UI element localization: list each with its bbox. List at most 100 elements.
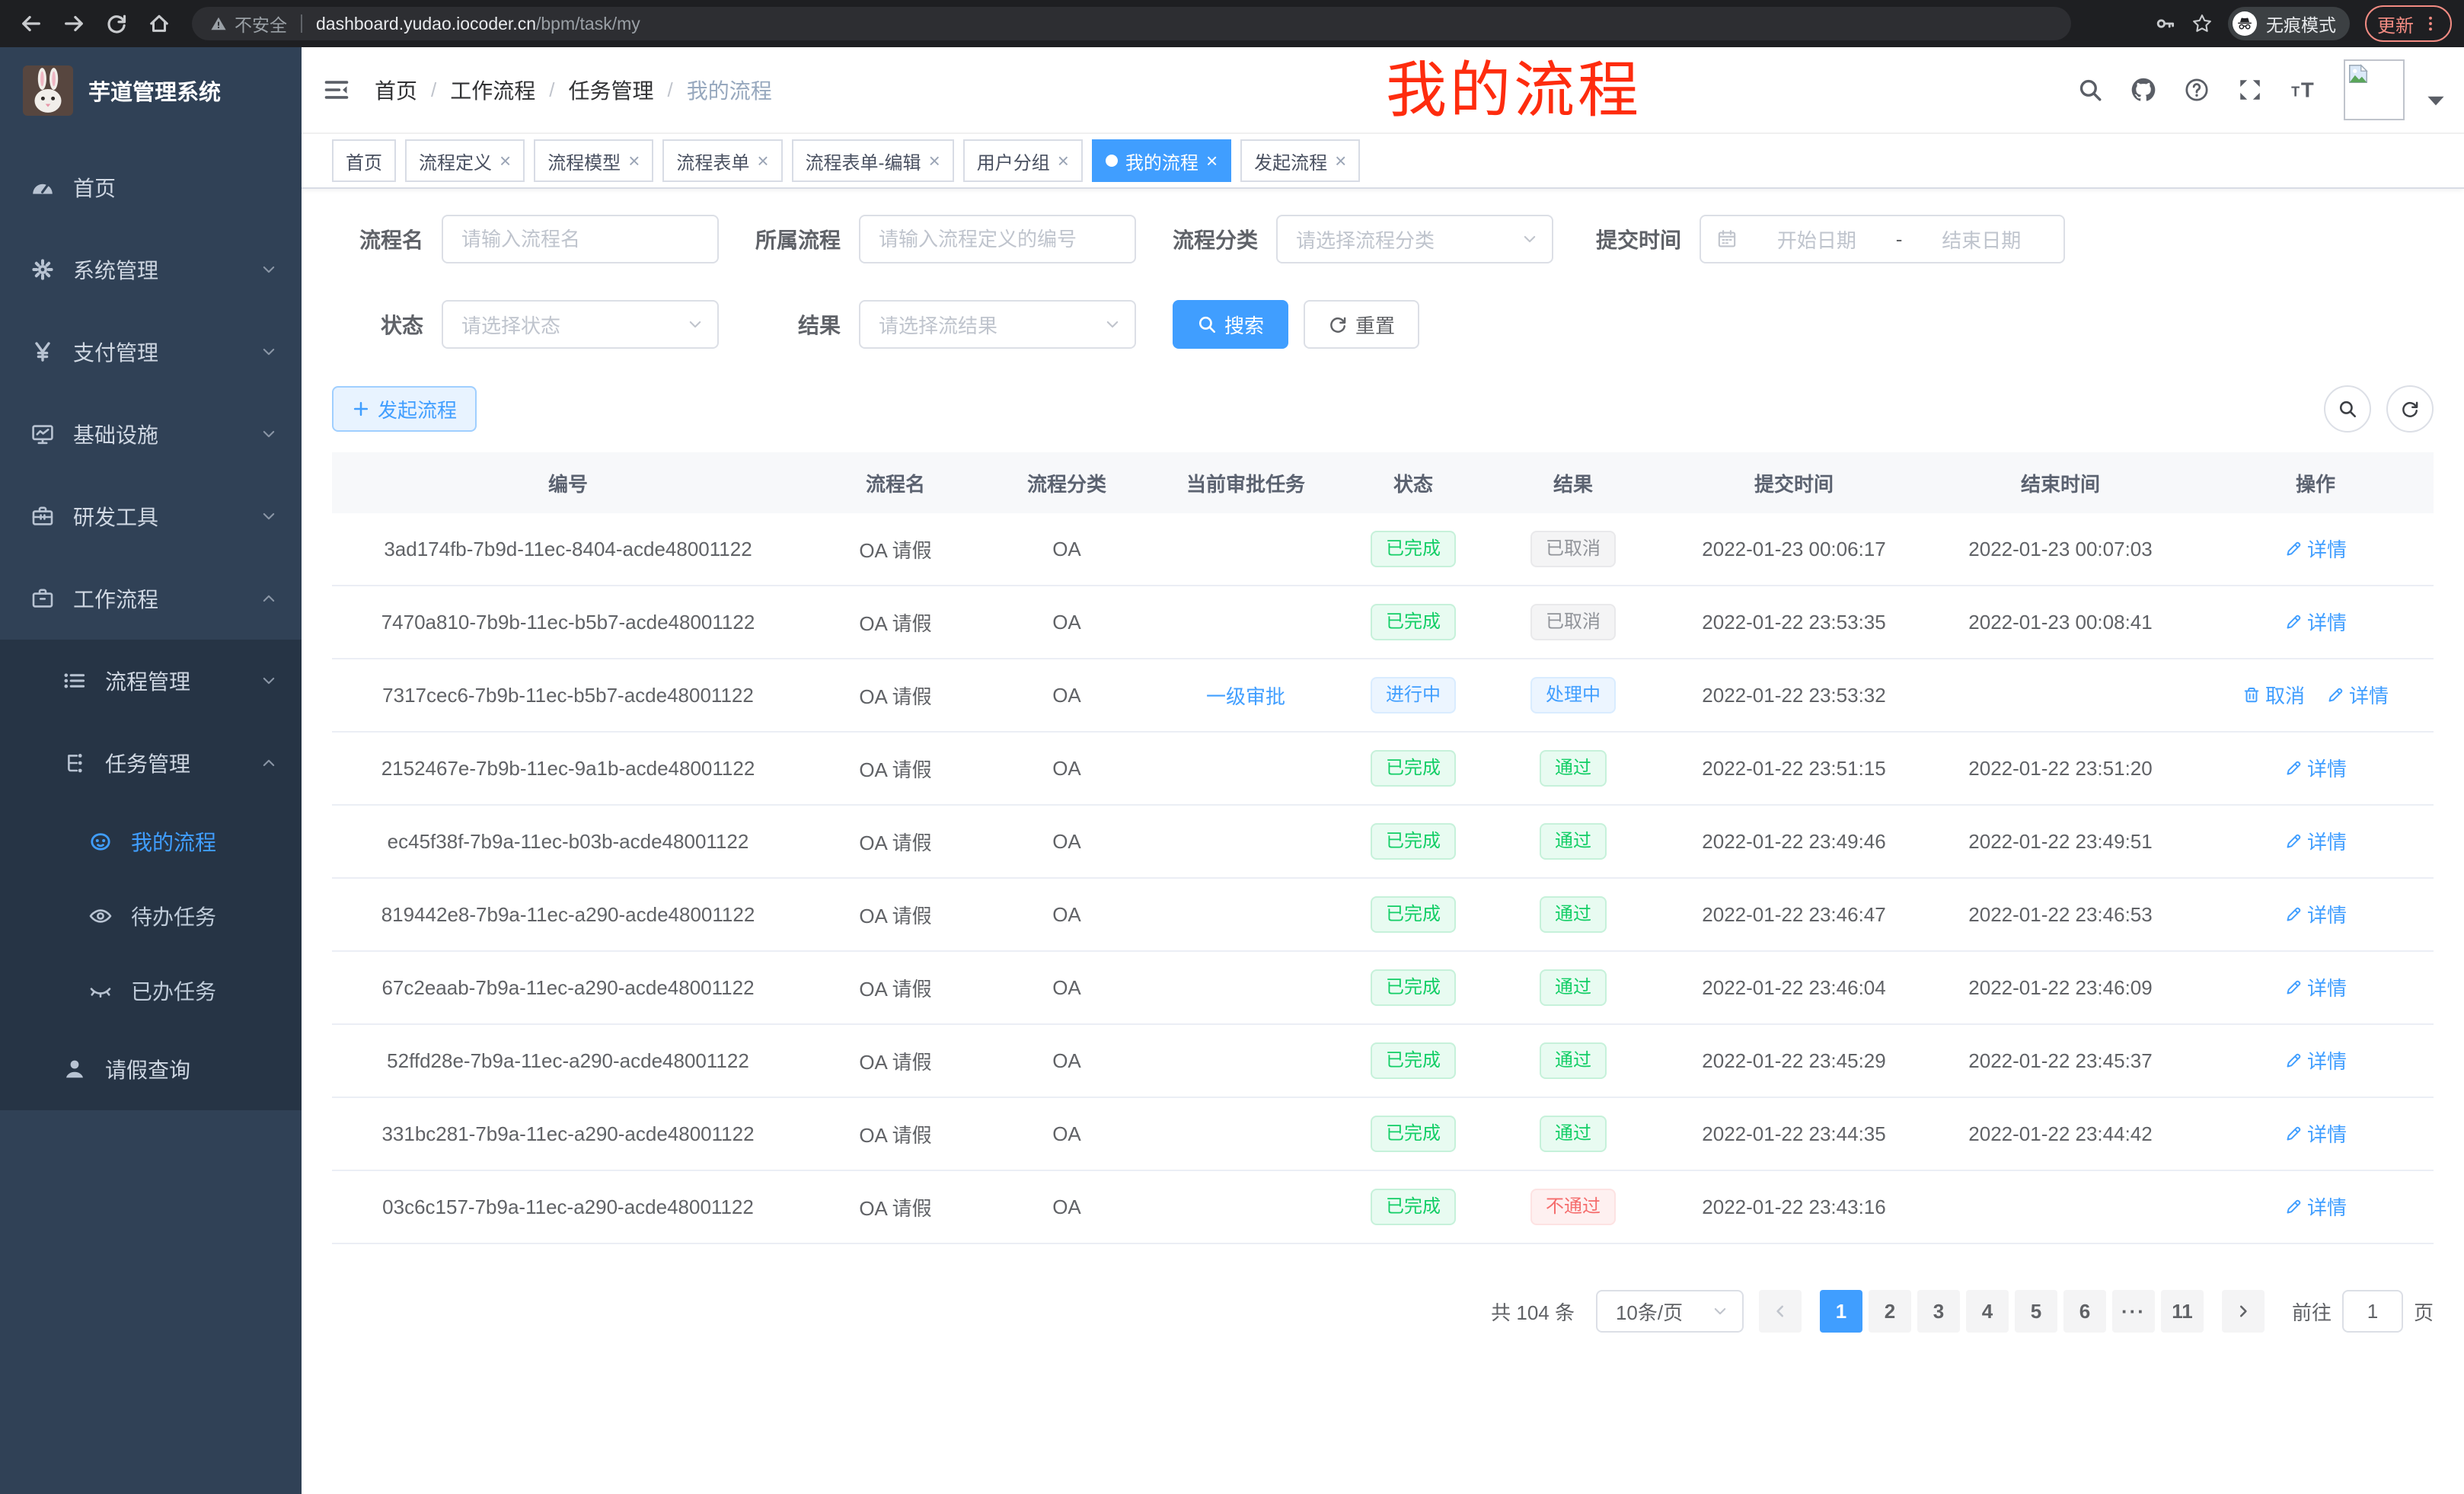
goto-page-input[interactable] (2342, 1290, 2403, 1333)
github-icon[interactable] (2130, 77, 2156, 103)
password-key-icon[interactable] (2155, 13, 2176, 34)
cell-status: 已完成 (1345, 531, 1482, 567)
help-icon[interactable] (2184, 77, 2210, 103)
sidebar-item-system[interactable]: 系统管理 (0, 228, 302, 311)
page-button-1[interactable]: 1 (1820, 1290, 1862, 1333)
browser-forward-icon[interactable] (62, 12, 85, 35)
page-size-select[interactable]: 10条/页 (1596, 1290, 1744, 1333)
search-button[interactable]: 搜索 (1173, 300, 1288, 349)
cell-actions: 详情 (2197, 973, 2434, 1002)
browser-reload-icon[interactable] (105, 12, 128, 35)
sidebar-item-my-process[interactable]: 我的流程 (0, 804, 302, 879)
sidebar-item-infra[interactable]: 基础设施 (0, 393, 302, 475)
hamburger-icon[interactable] (323, 76, 350, 104)
cell-end-time: 2022-01-22 23:51:20 (1923, 757, 2197, 781)
tab-4[interactable]: 流程表单-编辑 × (792, 139, 954, 182)
address-bar[interactable]: 不安全 dashboard.yudao.iocoder.cn/bpm/task/… (192, 7, 2071, 40)
tab-7[interactable]: 发起流程 × (1240, 139, 1360, 182)
sidebar-item-home[interactable]: 首页 (0, 146, 302, 228)
action-link[interactable]: 详情 (2284, 1119, 2347, 1148)
caret-down-icon[interactable] (2423, 88, 2449, 113)
sidebar-item-todo-task[interactable]: 待办任务 (0, 879, 302, 953)
close-icon[interactable]: × (929, 151, 940, 171)
tab-5[interactable]: 用户分组 × (963, 139, 1083, 182)
page-button-11[interactable]: 11 (2161, 1290, 2204, 1333)
page-button-5[interactable]: 5 (2015, 1290, 2057, 1333)
sidebar-item-workflow[interactable]: 工作流程 (0, 557, 302, 640)
sidebar-item-devtools[interactable]: 研发工具 (0, 475, 302, 557)
close-icon[interactable]: × (1058, 151, 1069, 171)
action-link[interactable]: 详情 (2284, 900, 2347, 928)
action-link[interactable]: 详情 (2284, 754, 2347, 782)
pager-ellipsis[interactable]: ··· (2112, 1290, 2155, 1333)
prev-page-button[interactable] (1759, 1290, 1802, 1333)
font-size-icon[interactable]: TT (2290, 77, 2316, 103)
process-name-input[interactable] (442, 215, 719, 263)
browser-update-button[interactable]: 更新 (2365, 5, 2452, 42)
active-tab-dot (1106, 155, 1118, 167)
tab-0[interactable]: 首页 (332, 139, 396, 182)
status-badge: 通过 (1540, 823, 1607, 860)
bookmark-star-icon[interactable] (2191, 13, 2213, 34)
action-link[interactable]: 取消 (2242, 681, 2305, 709)
action-link[interactable]: 详情 (2284, 1192, 2347, 1221)
tab-label: 流程定义 (419, 148, 492, 174)
url-path: /bpm/task/my (536, 14, 640, 34)
close-icon[interactable]: × (628, 151, 640, 171)
cell-name: OA 请假 (804, 974, 987, 1002)
tab-3[interactable]: 流程表单 × (662, 139, 782, 182)
fullscreen-icon[interactable] (2237, 77, 2263, 103)
page-button-4[interactable]: 4 (1966, 1290, 2009, 1333)
action-link[interactable]: 详情 (2284, 608, 2347, 636)
search-icon[interactable] (2077, 77, 2103, 103)
page-content: 流程名 所属流程 流程分类 请选择流程分类 提交时间 (302, 189, 2464, 1378)
action-link[interactable]: 详情 (2326, 681, 2389, 709)
sidebar-item-leave-query[interactable]: 请假查询 (0, 1028, 302, 1110)
close-icon[interactable]: × (500, 151, 511, 171)
breadcrumb-home[interactable]: 首页 (375, 75, 417, 105)
date-range-picker[interactable]: 开始日期 - 结束日期 (1700, 215, 2065, 263)
process-definition-input[interactable] (859, 215, 1136, 263)
sidebar-item-task-mgmt[interactable]: 任务管理 (0, 722, 302, 804)
browser-home-icon[interactable] (148, 12, 171, 35)
search-button-label: 搜索 (1224, 311, 1264, 339)
breadcrumb-task-mgmt[interactable]: 任务管理 (569, 75, 654, 105)
table-refresh-button[interactable] (2386, 385, 2434, 433)
action-link[interactable]: 详情 (2284, 535, 2347, 563)
chevron-down-icon (1104, 316, 1121, 333)
close-icon[interactable]: × (1206, 151, 1218, 171)
cell-actions: 详情 (2197, 535, 2434, 563)
action-link[interactable]: 详情 (2284, 973, 2347, 1001)
tab-6[interactable]: 我的流程 × (1092, 139, 1231, 182)
page-button-3[interactable]: 3 (1917, 1290, 1960, 1333)
action-link[interactable]: 详情 (2284, 1046, 2347, 1074)
avatar[interactable] (2344, 59, 2405, 120)
cell-current-task[interactable]: 一级审批 (1147, 682, 1345, 710)
result-select[interactable]: 请选择流结果 (859, 300, 1136, 349)
close-icon[interactable]: × (1335, 151, 1346, 171)
cell-submit-time: 2022-01-22 23:43:16 (1664, 1196, 1923, 1219)
page-button-2[interactable]: 2 (1869, 1290, 1911, 1333)
action-link[interactable]: 详情 (2284, 827, 2347, 855)
cell-name: OA 请假 (804, 608, 987, 637)
tab-1[interactable]: 流程定义 × (405, 139, 525, 182)
end-date-placeholder: 结束日期 (1914, 225, 2048, 254)
sidebar-item-process-mgmt[interactable]: 流程管理 (0, 640, 302, 722)
total-count: 共 104 条 (1491, 1298, 1575, 1326)
browser-back-icon[interactable] (20, 12, 43, 35)
category-select[interactable]: 请选择流程分类 (1276, 215, 1553, 263)
tab-label: 流程表单-编辑 (806, 148, 921, 174)
tab-2[interactable]: 流程模型 × (534, 139, 653, 182)
cell-id: 03c6c157-7b9a-11ec-a290-acde48001122 (332, 1196, 804, 1219)
page-button-6[interactable]: 6 (2063, 1290, 2106, 1333)
sidebar-item-payment[interactable]: 支付管理 (0, 311, 302, 393)
breadcrumb-workflow[interactable]: 工作流程 (450, 75, 535, 105)
next-page-button[interactable] (2222, 1290, 2265, 1333)
browser-menu-icon[interactable] (2421, 14, 2440, 33)
status-select[interactable]: 请选择状态 (442, 300, 719, 349)
close-icon[interactable]: × (757, 151, 768, 171)
reset-button[interactable]: 重置 (1304, 300, 1419, 349)
table-search-button[interactable] (2324, 385, 2371, 433)
sidebar-item-done-task[interactable]: 已办任务 (0, 953, 302, 1028)
create-process-button[interactable]: 发起流程 (332, 386, 477, 432)
